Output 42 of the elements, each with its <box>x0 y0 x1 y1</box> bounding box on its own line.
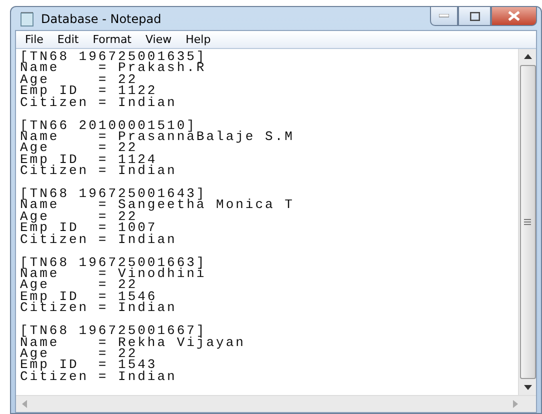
notepad-icon <box>19 10 35 26</box>
text-line: Name = Sangeetha Monica T <box>20 199 296 211</box>
menu-item[interactable]: Edit <box>57 33 79 46</box>
window-title: Database - Notepad <box>41 12 162 26</box>
text-line: Citizen = Indian <box>20 165 178 176</box>
scroll-up-icon[interactable] <box>524 54 532 59</box>
text-line: Emp ID = 1543 <box>20 359 158 371</box>
text-line: Emp ID = 1007 <box>20 222 158 234</box>
text-line: Name = PrasannaBalaje S.M <box>20 130 296 142</box>
menu-item[interactable]: Format <box>92 33 132 46</box>
text-line: [TN68 196725001663] <box>20 256 208 268</box>
text-line: Name = Vinodhini <box>20 268 208 280</box>
maximize-icon <box>470 12 480 20</box>
menu-item[interactable]: View <box>146 33 172 46</box>
text-line: Emp ID = 1124 <box>20 154 158 166</box>
text-line: Age = 22 <box>20 210 138 222</box>
scroll-down-icon[interactable] <box>524 385 532 390</box>
vertical-scrollbar[interactable] <box>518 49 536 395</box>
menu-item[interactable]: File <box>25 33 44 46</box>
scrollbar-thumb[interactable] <box>520 65 536 379</box>
text-line: Emp ID = 1122 <box>20 85 158 97</box>
text-line: [TN68 196725001667] <box>20 325 206 337</box>
text-line: Age = 22 <box>20 74 138 86</box>
text-line: [TN68 196725001643] <box>20 188 208 200</box>
close-icon <box>508 11 520 21</box>
minimize-icon <box>439 14 449 18</box>
text-line: [TN66 20100001510] <box>20 120 196 131</box>
text-line: Name = Rekha Vijayan <box>20 336 246 348</box>
text-line: [TN68 196725001635] <box>20 51 208 62</box>
text-line: Citizen = Indian <box>20 96 178 108</box>
text-line: Age = 22 <box>20 279 138 291</box>
text-line: Age = 22 <box>20 348 138 360</box>
minimize-button[interactable] <box>430 7 458 26</box>
text-line: Name = Prakash.R <box>20 62 208 74</box>
text-line: Age = 22 <box>20 142 138 154</box>
text-line: Citizen = Indian <box>20 302 178 314</box>
text-line: Citizen = Indian <box>20 234 178 246</box>
text-line: Citizen = Indian <box>20 370 178 382</box>
maximize-button[interactable] <box>458 7 491 26</box>
menu-item[interactable]: Help <box>186 33 211 46</box>
text-line: Emp ID = 1546 <box>20 290 158 302</box>
close-button[interactable] <box>491 7 537 26</box>
